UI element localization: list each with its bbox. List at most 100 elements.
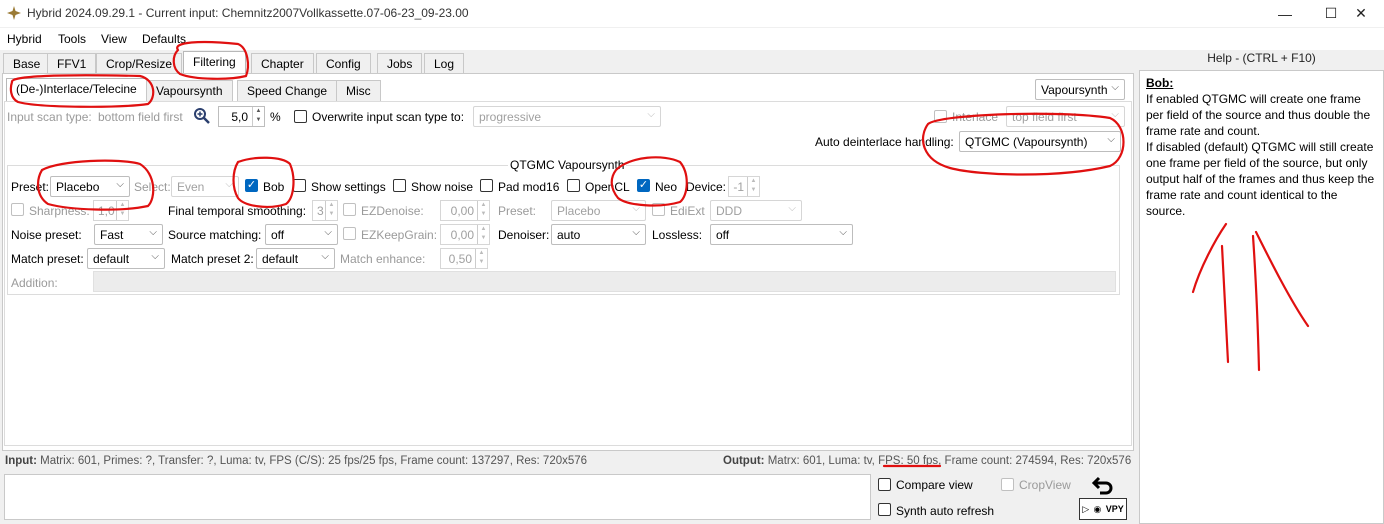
chevron-down-icon: ⌵ — [1111, 109, 1119, 120]
noise-preset-label: Noise preset: — [11, 228, 82, 242]
close-button[interactable]: ✕ — [1338, 0, 1384, 27]
subtab-misc[interactable]: Misc — [336, 80, 381, 101]
vpy-label: VPY — [1105, 504, 1124, 514]
device-spinbox[interactable]: -1 ▲ ▼ — [728, 176, 760, 197]
ediext-checkbox[interactable] — [652, 203, 665, 216]
auto-deinterlace-select[interactable]: QTGMC (Vapoursynth) ⌵ — [959, 131, 1121, 152]
bob-label: Bob — [263, 180, 285, 194]
menu-hybrid[interactable]: Hybrid — [7, 32, 42, 46]
match-preset2-label: Match preset 2: — [171, 252, 254, 266]
subtab-vapoursynth[interactable]: Vapoursynth — [146, 80, 233, 101]
compare-view-label: Compare view — [896, 478, 973, 492]
window-title: Hybrid 2024.09.29.1 - Current input: Che… — [27, 6, 469, 20]
match-preset-label: Match preset: — [11, 252, 84, 266]
ezdenoise-checkbox[interactable] — [343, 203, 356, 216]
match-enhance-label: Match enhance: — [340, 252, 426, 266]
synth-auto-refresh-checkbox[interactable] — [878, 503, 891, 516]
subtab-speed-change[interactable]: Speed Change — [237, 80, 338, 101]
bob-checkbox[interactable]: ✓ — [245, 179, 258, 192]
fts-value: 3 — [317, 204, 324, 218]
interlace-label: Interlace — [952, 110, 999, 124]
preset-select[interactable]: Placebo ⌵ — [50, 176, 130, 197]
subtab-deinterlace-telecine[interactable]: (De-)Interlace/Telecine — [6, 78, 147, 101]
help-title: Help - (CTRL + F10) — [1207, 51, 1316, 65]
tab-ffv1[interactable]: FFV1 — [47, 53, 97, 74]
spin-arrows-icon: ▲ ▼ — [325, 201, 337, 220]
qtgmc-group-title: QTGMC Vapoursynth — [508, 158, 627, 172]
match-preset2-select[interactable]: default ⌵ — [256, 248, 335, 269]
zoom-unit: % — [270, 110, 281, 124]
final-temporal-smoothing-spinbox[interactable]: 3 ▲ ▼ — [312, 200, 338, 221]
help-box: Bob: If enabled QTGMC will create one fr… — [1139, 70, 1384, 524]
chevron-down-icon: ⌵ — [647, 109, 655, 120]
interlace-checkbox[interactable] — [934, 110, 947, 123]
vpy-preview-button[interactable]: ▷ ◉ VPY — [1079, 498, 1127, 520]
tab-jobs[interactable]: Jobs — [377, 53, 423, 74]
preset-label: Preset: — [11, 180, 50, 194]
tab-crop-resize[interactable]: Crop/Resize — [96, 53, 183, 74]
menu-defaults[interactable]: Defaults — [142, 32, 186, 46]
preset2-label: Preset: — [498, 204, 537, 218]
tab-base[interactable]: Base — [3, 53, 51, 74]
zoom-spinbox[interactable]: 5,0 ▲ ▼ — [218, 106, 265, 127]
opencl-checkbox[interactable] — [567, 179, 580, 192]
neo-label: Neo — [655, 180, 678, 194]
tab-config[interactable]: Config — [316, 53, 371, 74]
denoiser-select[interactable]: auto ⌵ — [551, 224, 646, 245]
ediext-select[interactable]: DDD ⌵ — [710, 200, 802, 221]
tab-chapter[interactable]: Chapter — [251, 53, 314, 74]
match-enhance-value: 0,50 — [448, 252, 472, 266]
help-paragraph-1: If enabled QTGMC will create one frame p… — [1146, 92, 1371, 138]
chevron-down-icon: ⌵ — [321, 251, 329, 262]
title-bar: Hybrid 2024.09.29.1 - Current input: Che… — [0, 0, 1384, 27]
overwrite-scan-select[interactable]: progressive ⌵ — [473, 106, 661, 127]
ezkeepgrain-checkbox[interactable] — [343, 227, 356, 240]
addition-input[interactable] — [93, 271, 1116, 292]
undo-icon[interactable] — [1091, 474, 1115, 496]
eye-icon: ◉ — [1093, 503, 1102, 514]
ezdenoise-value: 0,00 — [450, 204, 474, 218]
zoom-icon[interactable] — [193, 107, 211, 125]
output-info-label: Output: — [723, 455, 765, 467]
tab-filtering[interactable]: Filtering — [183, 51, 246, 74]
source-matching-select[interactable]: off ⌵ — [265, 224, 338, 245]
engine-select[interactable]: Vapoursynth ⌵ — [1035, 79, 1125, 100]
sharpness-spinbox[interactable]: 1,0 ▲ ▼ — [93, 200, 129, 221]
lossless-select[interactable]: off ⌵ — [710, 224, 853, 245]
chevron-down-icon: ⌵ — [225, 179, 233, 190]
compare-view-checkbox[interactable] — [878, 478, 891, 491]
tab-log[interactable]: Log — [424, 53, 465, 74]
sharpness-checkbox[interactable] — [11, 203, 24, 216]
match-enhance-spinbox[interactable]: 0,50 ▲ ▼ — [440, 248, 488, 269]
noise-preset-value: Fast — [100, 228, 124, 242]
crop-view-checkbox[interactable] — [1001, 478, 1014, 491]
ediext-label: EdiExt — [670, 204, 705, 218]
help-paragraph-2: If disabled (default) QTGMC will still c… — [1146, 140, 1375, 218]
neo-checkbox[interactable]: ✓ — [637, 179, 650, 192]
select-field-select[interactable]: Even ⌵ — [171, 176, 239, 197]
denoiser-label: Denoiser: — [498, 228, 550, 242]
menu-view[interactable]: View — [101, 32, 127, 46]
interlace-select[interactable]: top field first ⌵ — [1006, 106, 1125, 127]
preset2-select[interactable]: Placebo ⌵ — [551, 200, 646, 221]
overwrite-scan-checkbox[interactable] — [294, 110, 307, 123]
script-preview-area[interactable] — [4, 474, 871, 520]
lossless-value: off — [716, 228, 730, 242]
spin-arrows-icon: ▲ ▼ — [477, 225, 489, 244]
match-preset-select[interactable]: default ⌵ — [87, 248, 165, 269]
chevron-down-icon: ⌵ — [116, 179, 124, 190]
output-info-text: Matrx: 601, Luma: tv, FPS: 50 fps, Frame… — [767, 455, 1132, 467]
chevron-down-icon: ⌵ — [788, 203, 796, 214]
menu-tools[interactable]: Tools — [58, 32, 86, 46]
pad-mod16-checkbox[interactable] — [480, 179, 493, 192]
ezdenoise-spinbox[interactable]: 0,00 ▲ ▼ — [440, 200, 490, 221]
minimize-button[interactable]: — — [1262, 0, 1308, 27]
denoiser-value: auto — [557, 228, 581, 242]
noise-preset-select[interactable]: Fast ⌵ — [94, 224, 163, 245]
show-noise-checkbox[interactable] — [393, 179, 406, 192]
zoom-value: 5,0 — [231, 110, 248, 124]
ezkeepgrain-spinbox[interactable]: 0,00 ▲ ▼ — [440, 224, 490, 245]
help-heading: Bob: — [1146, 76, 1174, 90]
ezkeepgrain-label: EZKeepGrain: — [361, 228, 438, 242]
show-settings-checkbox[interactable] — [293, 179, 306, 192]
